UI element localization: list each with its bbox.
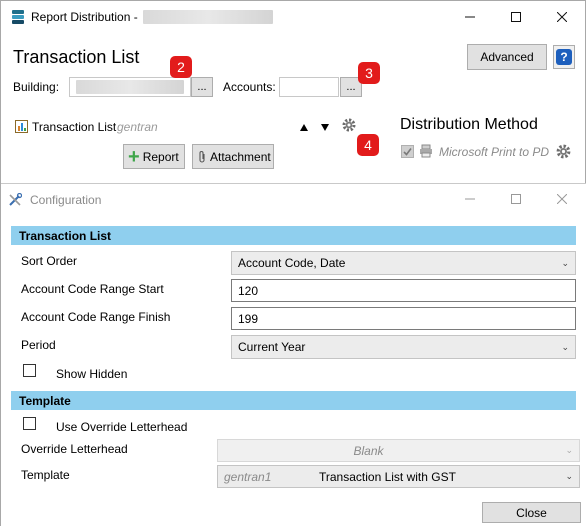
maximize-icon bbox=[511, 11, 521, 22]
config-minimize-button[interactable] bbox=[447, 184, 493, 214]
annotation-badge-3: 3 bbox=[358, 62, 380, 84]
distribution-settings-gear-icon[interactable] bbox=[555, 143, 572, 160]
add-report-button[interactable]: + Report bbox=[123, 144, 185, 169]
chevron-down-icon: ⌄ bbox=[561, 257, 569, 268]
move-up-icon[interactable] bbox=[299, 121, 309, 131]
override-letterhead-label: Override Letterhead bbox=[21, 442, 128, 456]
template-select[interactable]: gentran1 Transaction List with GST ⌄ bbox=[217, 465, 580, 488]
template-label: Template bbox=[21, 468, 70, 482]
configuration-window: Configuration Transaction List Sort Orde… bbox=[1, 183, 586, 526]
template-value: Transaction List with GST bbox=[319, 469, 456, 484]
building-browse-button[interactable]: ... bbox=[191, 77, 213, 97]
template-code: gentran1 bbox=[224, 469, 272, 484]
period-select[interactable]: Current Year ⌄ bbox=[231, 335, 576, 359]
print-method-label: Microsoft Print to PD bbox=[439, 145, 550, 159]
distribution-method-heading: Distribution Method bbox=[400, 116, 538, 133]
annotation-badge-2: 2 bbox=[170, 56, 192, 78]
paperclip-icon bbox=[197, 150, 207, 164]
maximize-button[interactable] bbox=[493, 1, 539, 32]
report-settings-gear-icon[interactable] bbox=[341, 117, 357, 133]
move-down-icon[interactable] bbox=[320, 121, 330, 131]
show-hidden-label: Show Hidden bbox=[56, 367, 128, 381]
window-title: Report Distribution - bbox=[31, 10, 138, 24]
app-logo-icon bbox=[11, 9, 25, 25]
close-window-button[interactable] bbox=[539, 1, 585, 32]
minimize-icon bbox=[465, 16, 475, 17]
close-icon bbox=[557, 11, 567, 22]
period-label: Period bbox=[21, 338, 56, 352]
tools-icon bbox=[8, 192, 23, 207]
range-start-input[interactable]: 120 bbox=[231, 279, 576, 302]
report-subname: gentran bbox=[117, 120, 158, 134]
configuration-title: Configuration bbox=[30, 193, 102, 207]
minimize-icon bbox=[465, 198, 475, 200]
accounts-label: Accounts: bbox=[223, 80, 276, 94]
page-title: Transaction List bbox=[13, 47, 140, 67]
show-hidden-checkbox[interactable] bbox=[23, 364, 36, 377]
override-letterhead-select[interactable]: Blank ⌄ bbox=[217, 439, 580, 462]
report-icon bbox=[15, 119, 28, 133]
window-title-redacted bbox=[143, 10, 273, 24]
range-finish-input[interactable]: 199 bbox=[231, 307, 576, 330]
title-bar: Report Distribution - bbox=[1, 1, 585, 32]
section-header-template: Template bbox=[11, 391, 576, 410]
advanced-button[interactable]: Advanced bbox=[467, 44, 547, 70]
plus-icon: + bbox=[128, 145, 140, 168]
building-label: Building: bbox=[13, 80, 60, 94]
maximize-icon bbox=[511, 194, 521, 204]
override-letterhead-value: Blank bbox=[353, 443, 384, 458]
chevron-down-icon: ⌄ bbox=[565, 471, 573, 481]
sort-order-label: Sort Order bbox=[21, 254, 78, 268]
report-name[interactable]: Transaction List bbox=[32, 120, 116, 134]
print-checkbox[interactable] bbox=[401, 145, 414, 158]
printer-icon bbox=[419, 144, 433, 158]
chevron-down-icon: ⌄ bbox=[561, 341, 569, 352]
section-header-transaction-list: Transaction List bbox=[11, 226, 576, 245]
add-report-label: Report bbox=[142, 149, 179, 164]
building-value-redacted bbox=[76, 80, 184, 94]
help-button[interactable]: ? bbox=[553, 45, 575, 69]
sort-order-select[interactable]: Account Code, Date ⌄ bbox=[231, 251, 576, 275]
accounts-field[interactable] bbox=[279, 77, 339, 97]
building-field[interactable] bbox=[69, 77, 191, 97]
range-finish-label: Account Code Range Finish bbox=[21, 310, 171, 324]
period-value: Current Year bbox=[238, 340, 306, 354]
close-icon bbox=[557, 194, 567, 204]
use-override-letterhead-checkbox[interactable] bbox=[23, 417, 36, 430]
config-maximize-button[interactable] bbox=[493, 184, 539, 214]
chevron-down-icon: ⌄ bbox=[565, 445, 573, 455]
add-attachment-label: Attachment bbox=[210, 149, 271, 164]
config-close-button[interactable] bbox=[539, 184, 585, 214]
minimize-button[interactable] bbox=[447, 1, 493, 32]
annotation-badge-4: 4 bbox=[357, 134, 379, 156]
sort-order-value: Account Code, Date bbox=[238, 256, 346, 270]
range-start-label: Account Code Range Start bbox=[21, 282, 164, 296]
help-icon: ? bbox=[556, 49, 572, 65]
add-attachment-button[interactable]: Attachment bbox=[192, 144, 274, 169]
close-button[interactable]: Close bbox=[482, 502, 581, 523]
use-override-letterhead-label: Use Override Letterhead bbox=[56, 420, 188, 434]
